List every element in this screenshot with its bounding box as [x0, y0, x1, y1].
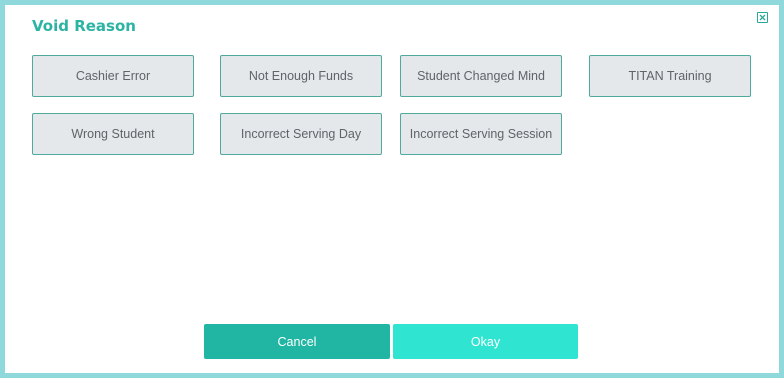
reason-titan-training[interactable]: TITAN Training	[589, 55, 751, 97]
okay-button[interactable]: Okay	[393, 324, 578, 359]
reason-not-enough-funds[interactable]: Not Enough Funds	[220, 55, 382, 97]
reason-student-changed-mind[interactable]: Student Changed Mind	[400, 55, 562, 97]
close-icon	[759, 14, 766, 21]
reason-incorrect-serving-day[interactable]: Incorrect Serving Day	[220, 113, 382, 155]
close-button[interactable]	[757, 12, 768, 23]
reason-incorrect-serving-session[interactable]: Incorrect Serving Session	[400, 113, 562, 155]
void-reason-dialog: Void Reason Cashier Error Not Enough Fun…	[5, 5, 779, 373]
cancel-button[interactable]: Cancel	[204, 324, 390, 359]
dialog-title: Void Reason	[32, 17, 136, 35]
reason-cashier-error[interactable]: Cashier Error	[32, 55, 194, 97]
reason-wrong-student[interactable]: Wrong Student	[32, 113, 194, 155]
